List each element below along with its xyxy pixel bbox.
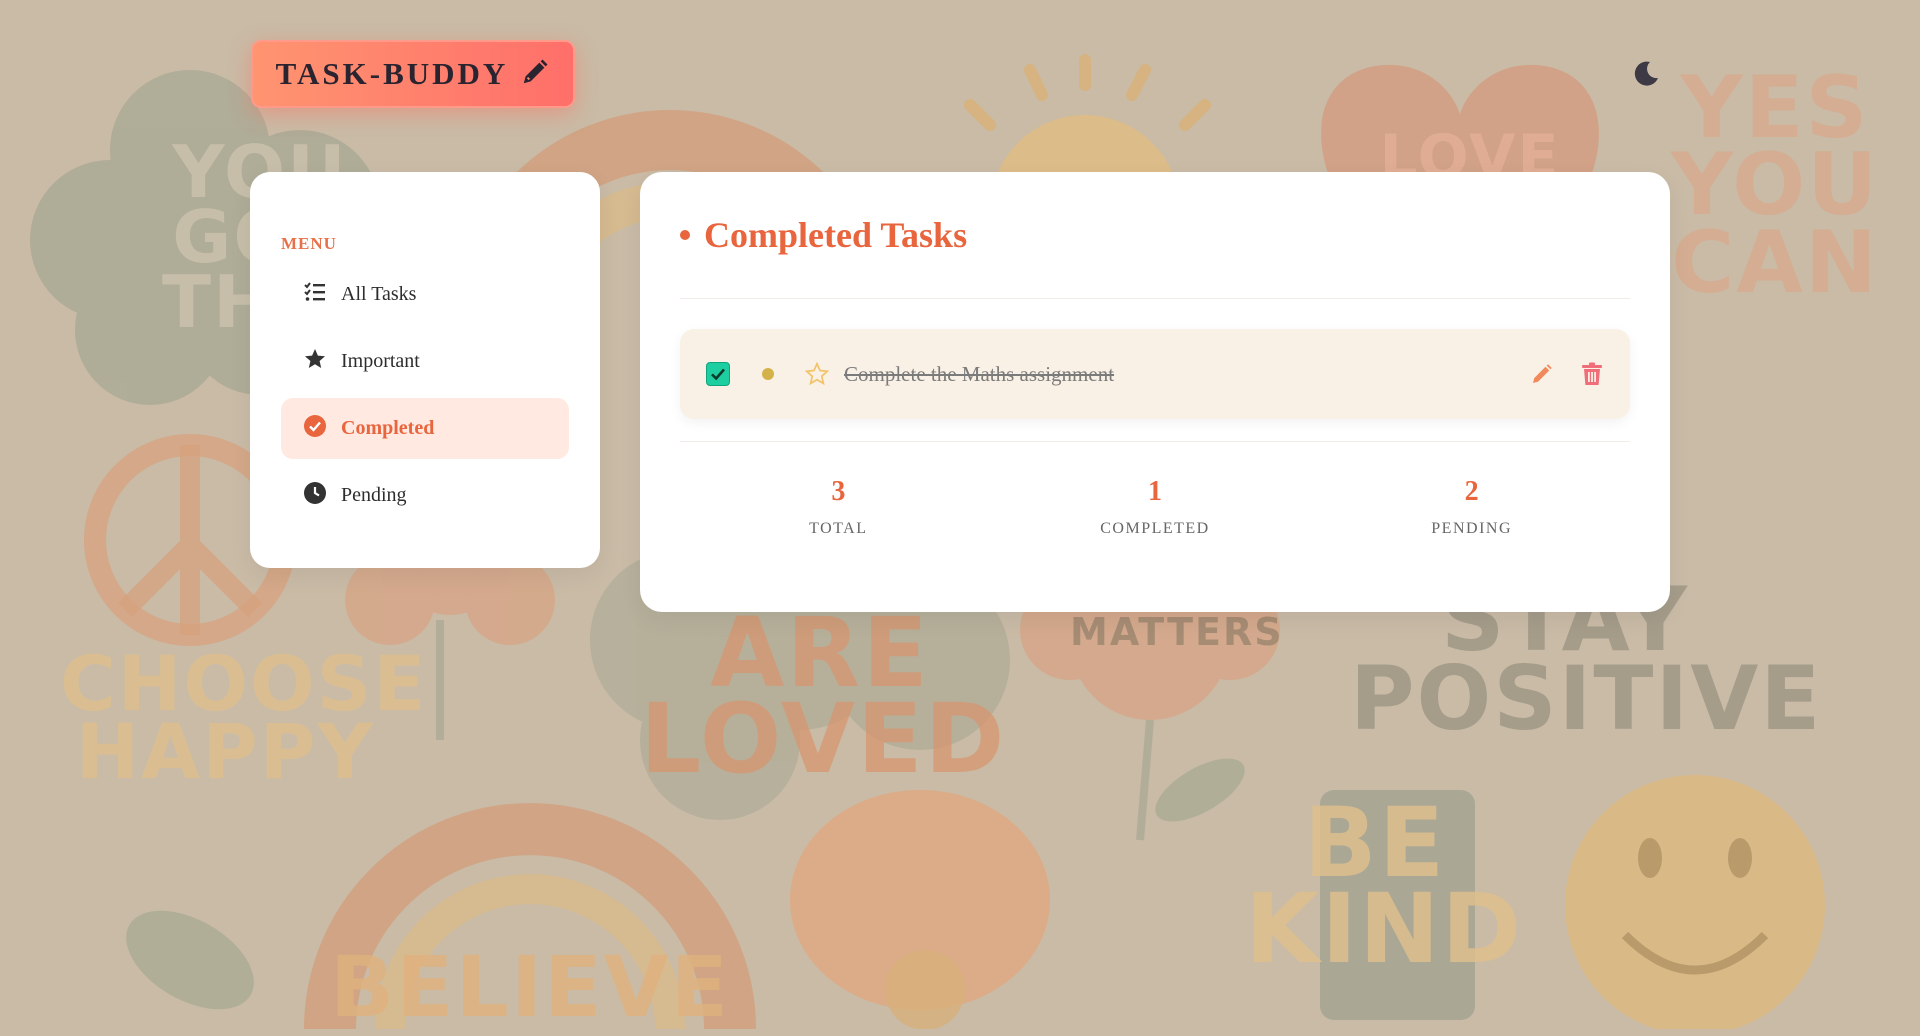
priority-dot — [762, 368, 774, 380]
star-icon — [303, 347, 327, 377]
sidebar: MENU All Tasks Important Completed Pendi… — [250, 172, 600, 568]
bg-word-matters: MATTERS — [1070, 610, 1284, 654]
bg-word-yes-you-can: YES YOU CAN — [1670, 58, 1880, 313]
stat-completed: 1 COMPLETED — [1035, 476, 1275, 538]
task-text: Complete the Maths assignment — [844, 361, 1115, 386]
bg-word-are-loved: ARE LOVED — [640, 597, 1007, 796]
task-checkbox[interactable] — [706, 362, 730, 386]
sidebar-item-label: All Tasks — [341, 283, 417, 305]
stat-value: 3 — [831, 476, 846, 507]
stat-label: PENDING — [1431, 520, 1512, 537]
sidebar-item-label: Pending — [341, 484, 407, 506]
stat-total: 3 TOTAL — [718, 476, 958, 538]
pencil-icon — [1533, 364, 1552, 383]
checkmark-icon — [711, 368, 725, 381]
stat-pending: 2 PENDING — [1352, 476, 1592, 538]
stat-label: COMPLETED — [1100, 520, 1210, 537]
edit-task-button[interactable] — [1528, 360, 1556, 388]
bg-word-be-kind: BE KIND — [1245, 787, 1524, 986]
sidebar-item-completed[interactable]: Completed — [281, 398, 569, 459]
pencil-icon — [520, 57, 550, 92]
clock-icon — [303, 481, 327, 511]
menu-heading: MENU — [281, 234, 337, 253]
bg-word-choose-happy: CHOOSE HAPPY — [60, 639, 428, 797]
sidebar-item-label: Important — [341, 350, 420, 372]
main-panel: Completed Tasks Complete the Maths assig… — [640, 172, 1670, 612]
list-check-icon — [303, 280, 327, 310]
task-stats: 3 TOTAL 1 COMPLETED 2 PENDING — [680, 442, 1630, 538]
bg-word-believe: BELIEVE — [330, 938, 730, 1036]
page-title: Completed Tasks — [704, 215, 968, 255]
stat-label: TOTAL — [809, 520, 868, 537]
sidebar-item-important[interactable]: Important — [281, 331, 569, 392]
stat-value: 1 — [1147, 476, 1162, 507]
trash-icon — [1582, 362, 1602, 385]
check-circle-icon — [303, 414, 327, 444]
app-logo[interactable]: TASK-BUDDY — [251, 40, 575, 108]
task-item: Complete the Maths assignment — [680, 329, 1630, 419]
sidebar-item-label: Completed — [341, 417, 435, 439]
app-title: TASK-BUDDY — [275, 56, 509, 91]
sidebar-item-all-tasks[interactable]: All Tasks — [281, 264, 569, 325]
star-outline-icon[interactable] — [804, 361, 830, 387]
stat-value: 2 — [1464, 476, 1479, 507]
sidebar-item-pending[interactable]: Pending — [281, 465, 569, 526]
task-list: Complete the Maths assignment — [680, 299, 1630, 431]
panel-header: Completed Tasks — [680, 172, 1630, 299]
moon-icon[interactable] — [1630, 58, 1662, 90]
delete-task-button[interactable] — [1578, 360, 1606, 388]
title-bullet — [680, 230, 690, 240]
